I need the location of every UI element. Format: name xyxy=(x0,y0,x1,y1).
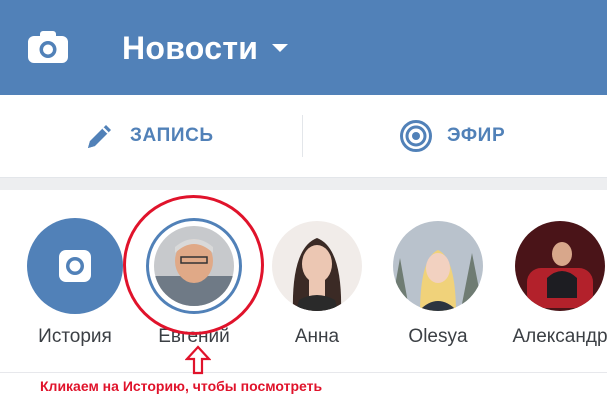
avatar[interactable] xyxy=(269,218,365,314)
avatar[interactable] xyxy=(512,218,607,314)
chevron-down-icon xyxy=(272,44,289,52)
annotation-caption: Кликаем на Историю, чтобы посмотреть xyxy=(40,378,323,394)
app-header: Новости xyxy=(0,0,607,95)
avatar[interactable] xyxy=(390,218,486,314)
divider xyxy=(302,115,303,157)
stories-row: История Евгений Анна Olesya Александр xyxy=(0,190,607,360)
story-name: Olesya xyxy=(408,326,468,347)
highlight-circle xyxy=(123,195,264,335)
new-post-label: ЗАПИСЬ xyxy=(130,125,214,146)
story-name: Александр xyxy=(512,326,607,347)
story-name: История xyxy=(38,326,112,347)
compose-bar: ЗАПИСЬ ЭФИР xyxy=(0,95,607,178)
camera-icon xyxy=(59,250,91,282)
pencil-icon xyxy=(88,125,111,148)
add-story-button[interactable] xyxy=(27,218,123,314)
page-title: Новости xyxy=(122,29,259,66)
new-post-button[interactable]: ЗАПИСЬ xyxy=(84,95,214,177)
section-separator xyxy=(0,178,607,190)
live-broadcast-icon xyxy=(400,120,432,152)
story-name: Анна xyxy=(294,326,340,347)
news-feed-switcher[interactable]: Новости xyxy=(122,27,289,69)
go-live-label: ЭФИР xyxy=(447,125,506,146)
go-live-button[interactable]: ЭФИР xyxy=(399,95,505,177)
camera-icon[interactable] xyxy=(27,30,69,64)
arrow-up-icon xyxy=(185,345,211,375)
